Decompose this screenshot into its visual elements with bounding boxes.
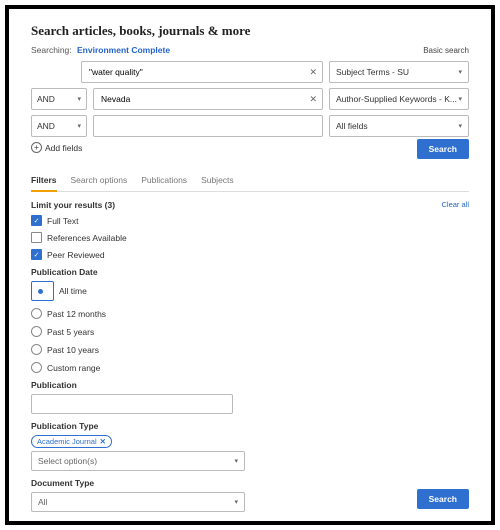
radio-10-years[interactable] [31, 344, 42, 355]
pub-type-label: Publication Type [31, 421, 469, 431]
publication-input[interactable] [31, 394, 233, 414]
search-term-1-input[interactable] [87, 66, 309, 78]
radio-label: Past 10 years [47, 345, 99, 355]
checkbox-references[interactable] [31, 232, 42, 243]
chevron-down-icon: ▾ [458, 122, 462, 130]
chevron-down-icon: ▾ [458, 68, 462, 76]
radio-all-time[interactable] [31, 281, 54, 301]
pub-date-label: Publication Date [31, 267, 469, 277]
publication-label: Publication [31, 380, 469, 390]
pub-type-chip[interactable]: Academic Journal✕ [31, 435, 112, 448]
basic-search-link[interactable]: Basic search [423, 46, 469, 55]
chevron-down-icon: ▾ [77, 95, 81, 103]
boolean-select-3[interactable]: AND▾ [31, 115, 87, 137]
search-button[interactable]: Search [417, 139, 469, 159]
plus-icon: + [31, 142, 42, 153]
chevron-down-icon: ▾ [458, 95, 462, 103]
tabs: Filters Search options Publications Subj… [31, 171, 469, 192]
chevron-down-icon: ▾ [234, 498, 238, 506]
doc-type-label: Document Type [31, 478, 469, 488]
search-button-bottom[interactable]: Search [417, 489, 469, 509]
search-term-3-input[interactable] [99, 120, 317, 132]
tab-publications[interactable]: Publications [141, 171, 187, 191]
checkbox-label: Full Text [47, 216, 79, 226]
checkbox-label: Peer Reviewed [47, 250, 105, 260]
tab-subjects[interactable]: Subjects [201, 171, 234, 191]
chevron-down-icon: ▾ [77, 122, 81, 130]
database-link[interactable]: Environment Complete [77, 45, 170, 55]
radio-label: Past 12 months [47, 309, 106, 319]
boolean-select-2[interactable]: AND▾ [31, 88, 87, 110]
radio-5-years[interactable] [31, 326, 42, 337]
search-term-2[interactable]: ✕ [93, 88, 323, 110]
field-select-2[interactable]: Author-Supplied Keywords - K...▾ [329, 88, 469, 110]
search-term-2-input[interactable] [99, 93, 309, 105]
pages-label: Number of Pages [31, 519, 469, 525]
field-select-1[interactable]: Subject Terms - SU▾ [329, 61, 469, 83]
radio-label: Custom range [47, 363, 100, 373]
tab-search-options[interactable]: Search options [71, 171, 128, 191]
search-term-3[interactable] [93, 115, 323, 137]
limit-heading: Limit your results (3) [31, 200, 115, 210]
chevron-down-icon: ▾ [234, 457, 238, 465]
close-icon[interactable]: ✕ [100, 437, 106, 446]
tab-filters[interactable]: Filters [31, 171, 57, 192]
radio-custom[interactable] [31, 362, 42, 373]
page-title: Search articles, books, journals & more [31, 23, 469, 39]
clear-all-link[interactable]: Clear all [441, 200, 469, 210]
doc-type-select[interactable]: All▾ [31, 492, 245, 512]
checkbox-peer-reviewed[interactable]: ✓ [31, 249, 42, 260]
radio-12-months[interactable] [31, 308, 42, 319]
search-term-1[interactable]: ✕ [81, 61, 323, 83]
checkbox-label: References Available [47, 233, 127, 243]
radio-label: Past 5 years [47, 327, 94, 337]
field-select-3[interactable]: All fields▾ [329, 115, 469, 137]
clear-icon[interactable]: ✕ [309, 94, 317, 105]
radio-label: All time [59, 286, 87, 296]
pub-type-select[interactable]: Select option(s)▾ [31, 451, 245, 471]
clear-icon[interactable]: ✕ [309, 67, 317, 78]
searching-indicator: Searching: Environment Complete [31, 45, 170, 55]
checkbox-full-text[interactable]: ✓ [31, 215, 42, 226]
